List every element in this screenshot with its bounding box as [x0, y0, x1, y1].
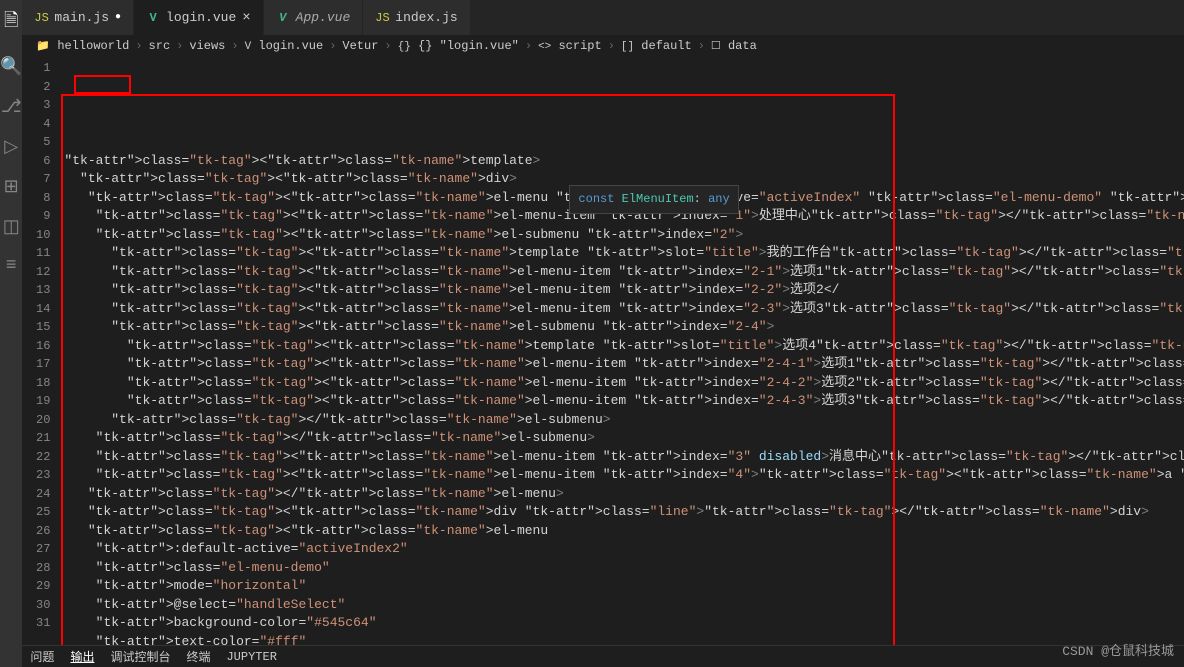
debug-icon[interactable]: ▷ — [4, 136, 18, 158]
line-gutter: 1234567891011121314151617181920212223242… — [22, 57, 64, 645]
panel-tabs: 问题输出调试控制台终端 JUPYTER — [22, 645, 1184, 667]
code-editor[interactable]: 1234567891011121314151617181920212223242… — [22, 57, 1184, 645]
panel-tab[interactable]: 问题 — [30, 648, 54, 665]
code-content[interactable]: const ElMenuItem: any "tk-attr">class="t… — [64, 57, 1184, 645]
panel-tab[interactable]: JUPYTER — [226, 650, 276, 664]
activity-bar: 🗎 🔍 ⎇ ▷ ⊞ ◫ ≡ — [0, 0, 22, 667]
panel-tab[interactable]: 调试控制台 — [110, 648, 170, 665]
breadcrumb-item[interactable]: [] default — [621, 39, 692, 53]
breadcrumb-item[interactable]: Vetur — [342, 39, 378, 53]
panel-tab[interactable]: 终端 — [186, 648, 210, 665]
editor-tab[interactable]: Vlogin.vue× — [134, 0, 264, 35]
type-tooltip: const ElMenuItem: any — [569, 185, 738, 214]
breadcrumb-item[interactable]: V login.vue — [245, 39, 324, 53]
annotation-box — [74, 75, 131, 94]
annotation-box — [61, 94, 895, 645]
breadcrumb[interactable]: 📁 helloworld›src›views›V login.vue›Vetur… — [22, 35, 1184, 57]
panel-tab[interactable]: 输出 — [70, 648, 94, 665]
search-icon[interactable]: 🔍 — [0, 56, 22, 78]
breadcrumb-item[interactable]: 📁 helloworld — [36, 39, 129, 53]
breadcrumb-item[interactable]: ☐ data — [711, 39, 757, 53]
files-icon[interactable]: 🗎 — [4, 8, 18, 38]
watermark: CSDN @仓鼠科技城 — [1062, 640, 1174, 659]
main-area: JSmain.js●Vlogin.vue×VApp.vueJSindex.js … — [22, 0, 1184, 667]
breadcrumb-item[interactable]: {} {} "login.vue" — [398, 39, 519, 53]
editor-tab[interactable]: VApp.vue — [264, 0, 364, 35]
editor-tab[interactable]: JSindex.js — [363, 0, 470, 35]
breadcrumb-item[interactable]: views — [189, 39, 225, 53]
git-icon[interactable]: ⎇ — [1, 96, 22, 118]
breadcrumb-item[interactable]: <> script — [538, 39, 602, 53]
extensions-icon[interactable]: ⊞ — [4, 176, 19, 198]
breadcrumb-item[interactable]: src — [149, 39, 171, 53]
editor-tabs: JSmain.js●Vlogin.vue×VApp.vueJSindex.js — [22, 0, 1184, 35]
editor-tab[interactable]: JSmain.js● — [22, 0, 134, 35]
box-icon[interactable]: ◫ — [3, 216, 20, 238]
db-icon[interactable]: ≡ — [6, 256, 17, 276]
